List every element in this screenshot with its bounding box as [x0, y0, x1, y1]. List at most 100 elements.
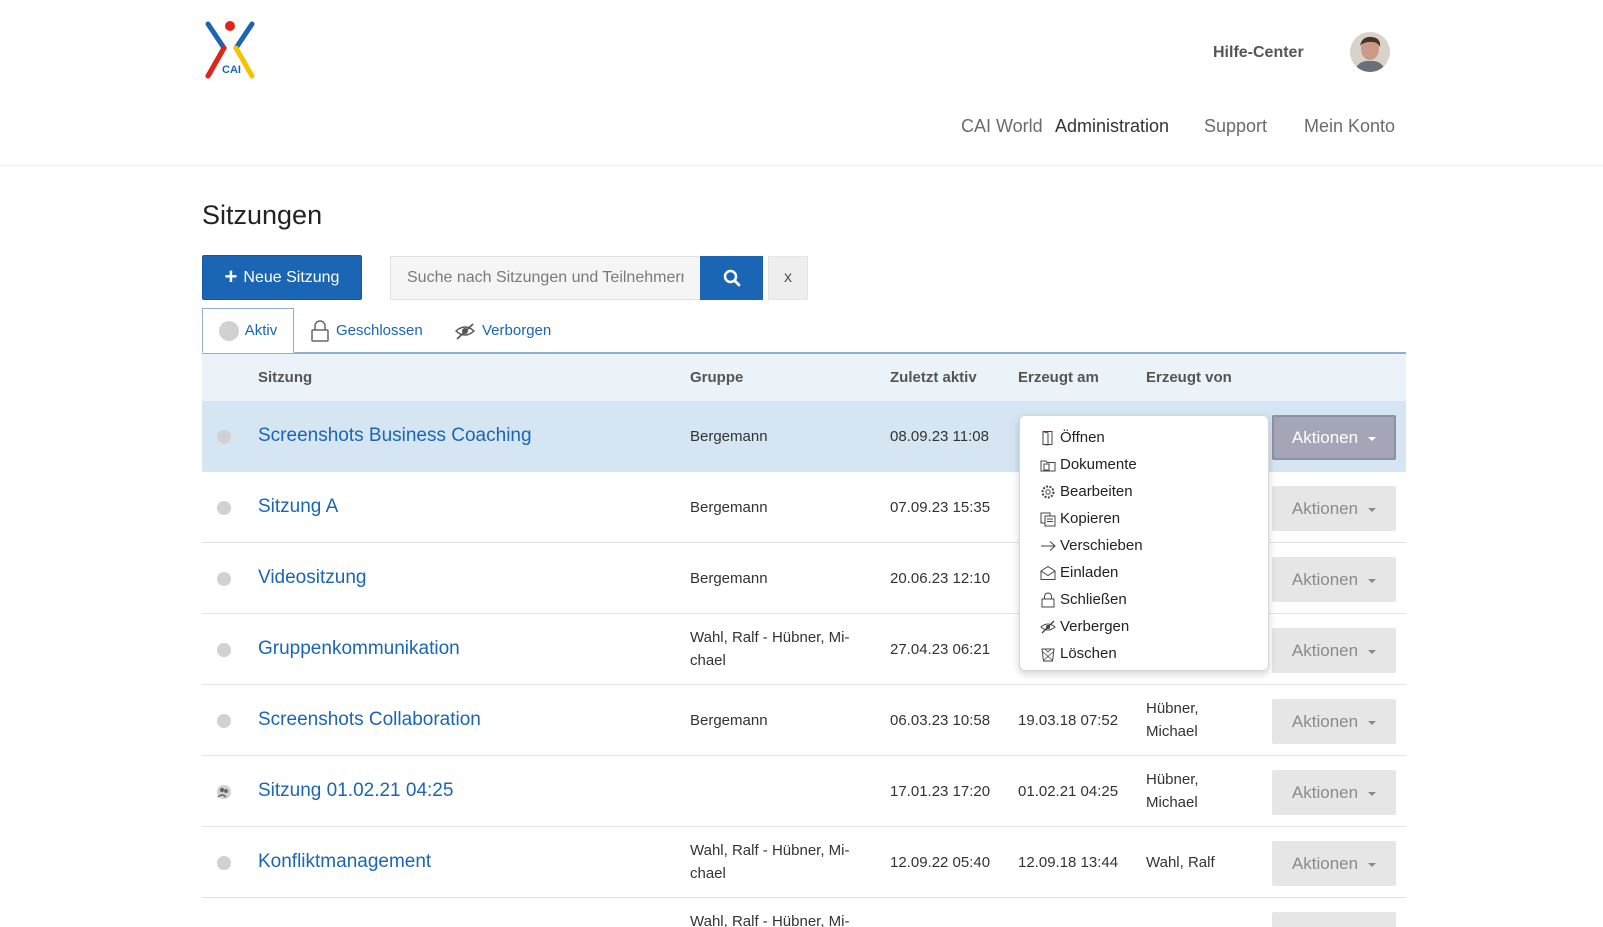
column-gruppe[interactable]: Gruppe — [690, 369, 743, 386]
menu-item-label: Kopieren — [1060, 510, 1121, 527]
actions-button[interactable]: Aktionen — [1272, 486, 1396, 531]
page-title: Sitzungen — [202, 200, 323, 230]
actions-dropdown-menu: Öffnen Dokumente Bearbeiten Kopieren Ver… — [1019, 415, 1269, 671]
table-row[interactable]: Konfliktmanagement Wahl, Ralf - Hübner, … — [202, 827, 1406, 898]
actions-label: Aktionen — [1291, 853, 1359, 873]
last-active-cell: 12.09.22 05:40 — [890, 854, 991, 871]
last-active-cell: 08.09.23 11:08 — [890, 428, 989, 445]
status-dot-icon — [217, 643, 231, 657]
session-link[interactable]: Sitzung A — [258, 496, 338, 518]
menu-item-label: Einladen — [1060, 564, 1119, 581]
caret-down-icon — [1368, 436, 1377, 441]
created-at-cell: 12.09.18 13:44 — [1018, 854, 1119, 871]
new-session-button[interactable]: + Neue Sitzung — [202, 255, 362, 300]
session-link[interactable]: Gruppenkommunikation — [258, 638, 460, 660]
new-session-label: Neue Sitzung — [243, 268, 340, 286]
group-status-icon — [217, 785, 231, 799]
tab-label: Verborgen — [482, 322, 552, 339]
caret-down-icon — [1368, 578, 1377, 583]
session-link[interactable]: Videositzung — [258, 567, 366, 589]
menu-item-label: Dokumente — [1060, 456, 1137, 473]
menu-item-label: Schließen — [1060, 591, 1127, 608]
menu-item-kopieren[interactable]: Kopieren — [1020, 505, 1268, 532]
caret-down-icon — [1368, 507, 1377, 512]
created-by-cell: Hübner, Michael — [1146, 700, 1199, 740]
created-at-cell: 01.02.21 04:25 — [1018, 783, 1119, 800]
status-dot-icon — [217, 430, 231, 444]
nav-support[interactable]: Support — [1204, 116, 1267, 137]
nav-administration[interactable]: Administration — [1055, 116, 1169, 137]
hidden-eye-icon — [454, 322, 476, 340]
actions-button[interactable]: Aktionen — [1272, 841, 1396, 886]
menu-item-label: Löschen — [1060, 645, 1117, 662]
menu-item-einladen[interactable]: Einladen — [1020, 559, 1268, 586]
group-cell: Wahl, Ralf - Hübner, Mi-chael — [690, 629, 850, 669]
menu-item-label: Bearbeiten — [1060, 483, 1133, 500]
nav-cai-world[interactable]: CAI World — [961, 116, 1043, 137]
table-row[interactable]: Sitzung 01.02.21 04:25 17.01.23 17:20 01… — [202, 756, 1406, 827]
user-avatar[interactable] — [1350, 32, 1390, 72]
status-dot-icon — [217, 714, 231, 728]
menu-item-schliessen[interactable]: Schließen — [1020, 586, 1268, 613]
column-zuletzt-aktiv[interactable]: Zuletzt aktiv — [890, 369, 977, 386]
logo-text: CAI — [222, 64, 241, 76]
tab-verborgen[interactable]: Verborgen — [454, 308, 551, 353]
last-active-cell: 06.03.23 10:58 — [890, 712, 991, 729]
search-input[interactable] — [390, 256, 700, 300]
tab-aktiv[interactable]: Aktiv — [202, 308, 294, 353]
session-link[interactable]: Screenshots Collaboration — [258, 709, 481, 731]
actions-label: Aktionen — [1291, 569, 1359, 589]
trash-icon — [1041, 648, 1055, 661]
column-sitzung[interactable]: Sitzung — [258, 369, 312, 386]
session-link[interactable]: Konfliktmanagement — [258, 851, 431, 873]
top-header: CAI Hilfe-Center CAI World Administratio… — [0, 0, 1603, 166]
menu-item-bearbeiten[interactable]: Bearbeiten — [1020, 478, 1268, 505]
session-link[interactable]: Screenshots Business Coaching — [258, 425, 532, 447]
cai-logo[interactable]: CAI — [204, 18, 264, 82]
menu-item-verbergen[interactable]: Verbergen — [1020, 613, 1268, 640]
status-dot-icon — [217, 501, 231, 515]
door-icon — [1042, 430, 1053, 446]
help-center-link[interactable]: Hilfe-Center — [1213, 44, 1304, 62]
actions-button[interactable]: Aktionen — [1272, 699, 1396, 744]
actions-label: Aktionen — [1291, 782, 1359, 802]
hidden-eye-icon — [1040, 620, 1056, 633]
search-icon — [723, 269, 740, 287]
lock-icon — [1041, 592, 1055, 607]
table-row[interactable]: Screenshots Collaboration Bergemann 06.0… — [202, 685, 1406, 756]
gear-icon — [1041, 485, 1055, 498]
created-at-cell: 19.03.18 07:52 — [1018, 712, 1119, 729]
session-link[interactable]: Sitzung 01.02.21 04:25 — [258, 780, 453, 802]
actions-label: Aktionen — [1291, 640, 1359, 660]
tab-label: Aktiv — [244, 322, 278, 339]
clear-search-button[interactable]: x — [768, 256, 808, 300]
search-button[interactable] — [700, 256, 763, 300]
group-cell: Bergemann — [690, 499, 768, 516]
nav-mein-konto[interactable]: Mein Konto — [1304, 116, 1395, 137]
tab-geschlossen[interactable]: Geschlossen — [310, 308, 423, 353]
last-active-cell: 17.01.23 17:20 — [890, 783, 991, 800]
arrow-right-icon — [1041, 540, 1056, 551]
column-erzeugt-am[interactable]: Erzeugt am — [1018, 369, 1099, 386]
group-cell: Bergemann — [690, 428, 768, 445]
column-erzeugt-von[interactable]: Erzeugt von — [1146, 369, 1232, 386]
menu-item-label: Verbergen — [1060, 618, 1130, 635]
menu-item-verschieben[interactable]: Verschieben — [1020, 532, 1268, 559]
menu-item-label: Öffnen — [1060, 429, 1105, 446]
actions-button[interactable]: Aktionen — [1272, 770, 1396, 815]
menu-item-oeffnen[interactable]: Öffnen — [1020, 424, 1268, 451]
table-row[interactable]: Wahl, Ralf - Hübner, Mi-chael Aktionen — [202, 898, 1406, 927]
actions-button[interactable]: Aktionen — [1272, 557, 1396, 602]
actions-button[interactable]: Aktionen — [1272, 628, 1396, 673]
circle-icon — [218, 320, 239, 341]
caret-down-icon — [1368, 791, 1377, 796]
menu-item-label: Verschieben — [1060, 537, 1143, 554]
status-dot-icon — [217, 856, 231, 870]
menu-item-dokumente[interactable]: Dokumente — [1020, 451, 1268, 478]
menu-item-loeschen[interactable]: Löschen — [1020, 640, 1268, 667]
caret-down-icon — [1368, 649, 1377, 654]
created-by-cell: Hübner, Michael — [1146, 771, 1199, 811]
actions-button[interactable]: Aktionen — [1272, 912, 1396, 927]
last-active-cell: 20.06.23 12:10 — [890, 570, 991, 587]
actions-button[interactable]: Aktionen — [1272, 415, 1396, 460]
